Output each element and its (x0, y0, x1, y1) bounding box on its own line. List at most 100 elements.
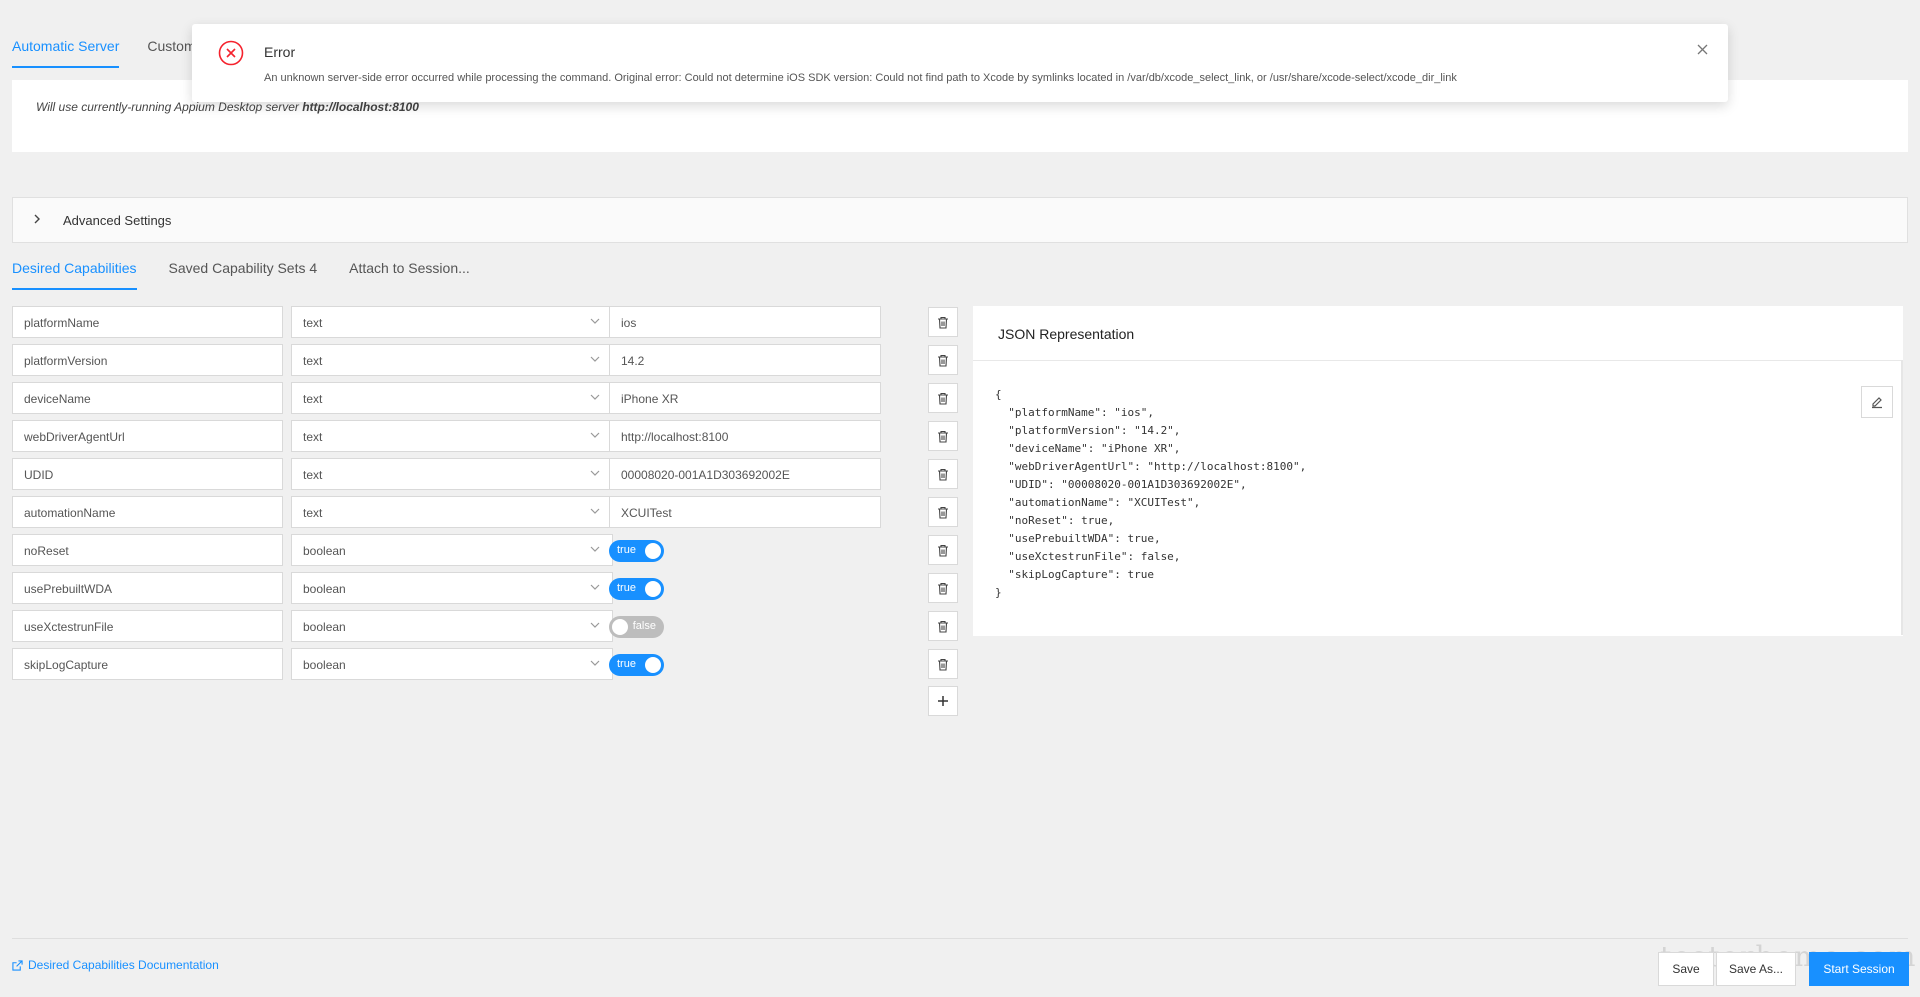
add-capability-button[interactable] (928, 686, 958, 716)
capability-row: deviceName text iPhone XR (12, 382, 962, 420)
trash-icon (937, 354, 949, 367)
save-button[interactable]: Save (1658, 952, 1714, 986)
capability-type-label: text (303, 354, 323, 368)
capability-name-input[interactable]: webDriverAgentUrl (12, 420, 283, 452)
error-notification: Error An unknown server-side error occur… (192, 24, 1728, 102)
trash-icon (937, 620, 949, 633)
chevron-down-icon (588, 314, 602, 328)
chevron-down-icon (588, 580, 602, 594)
capability-value-toggle[interactable]: true (609, 654, 664, 676)
advanced-settings-panel[interactable]: Advanced Settings (12, 197, 1908, 243)
capability-list: platformName text ios platformVersion te… (12, 306, 962, 686)
chevron-down-icon (588, 466, 602, 480)
capability-row: useXctestrunFile boolean false (12, 610, 962, 648)
capability-type-select[interactable]: text (291, 496, 613, 528)
capability-name-input[interactable]: UDID (12, 458, 283, 490)
capability-value-input[interactable]: 00008020-001A1D303692002E (609, 458, 881, 490)
capability-type-select[interactable]: boolean (291, 648, 613, 680)
capability-type-label: boolean (303, 544, 346, 558)
capability-value-input[interactable]: 14.2 (609, 344, 881, 376)
capability-row: platformVersion text 14.2 (12, 344, 962, 382)
tab-desired-capabilities[interactable]: Desired Capabilities (12, 256, 137, 290)
delete-capability-button[interactable] (928, 345, 958, 375)
trash-icon (937, 658, 949, 671)
json-text: { "platformName": "ios", "platformVersio… (995, 388, 1307, 599)
capability-name-input[interactable]: platformVersion (12, 344, 283, 376)
tab-automatic-server[interactable]: Automatic Server (12, 30, 120, 68)
capability-type-select[interactable]: text (291, 306, 613, 338)
capability-value-input[interactable]: ios (609, 306, 881, 338)
tab-custom-server[interactable]: Custom (147, 30, 195, 68)
chevron-right-icon (31, 212, 51, 228)
toggle-label: true (617, 658, 636, 670)
capability-value-toggle[interactable]: false (609, 616, 664, 638)
delete-capability-button[interactable] (928, 421, 958, 451)
error-icon (218, 40, 244, 66)
capability-tabs: Desired Capabilities Saved Capability Se… (12, 256, 470, 290)
capability-type-select[interactable]: text (291, 344, 613, 376)
delete-capability-button[interactable] (928, 535, 958, 565)
capability-name-input[interactable]: noReset (12, 534, 283, 566)
json-panel-title: JSON Representation (973, 306, 1903, 361)
capability-name-input[interactable]: usePrebuiltWDA (12, 572, 283, 604)
capability-value-input[interactable]: XCUITest (609, 496, 881, 528)
start-session-button[interactable]: Start Session (1809, 952, 1909, 986)
capability-name-input[interactable]: useXctestrunFile (12, 610, 283, 642)
capability-name-input[interactable]: skipLogCapture (12, 648, 283, 680)
capability-type-label: text (303, 430, 323, 444)
capability-type-select[interactable]: text (291, 420, 613, 452)
toggle-knob (612, 619, 628, 635)
chevron-down-icon (588, 504, 602, 518)
capability-type-select[interactable]: boolean (291, 572, 613, 604)
delete-capability-button[interactable] (928, 307, 958, 337)
chevron-down-icon (588, 542, 602, 556)
toggle-knob (645, 581, 661, 597)
capability-type-select[interactable]: text (291, 458, 613, 490)
trash-icon (937, 430, 949, 443)
chevron-down-icon (588, 390, 602, 404)
footer-divider (12, 938, 1908, 939)
capability-type-label: boolean (303, 620, 346, 634)
trash-icon (937, 544, 949, 557)
chevron-down-icon (588, 618, 602, 632)
json-scrollbar[interactable] (1901, 360, 1903, 635)
trash-icon (937, 392, 949, 405)
capability-value-input[interactable]: http://localhost:8100 (609, 420, 881, 452)
delete-capability-button[interactable] (928, 649, 958, 679)
capability-name-input[interactable]: automationName (12, 496, 283, 528)
capability-row: automationName text XCUITest (12, 496, 962, 534)
capability-type-label: text (303, 506, 323, 520)
capability-type-label: text (303, 468, 323, 482)
plus-icon (938, 696, 948, 706)
delete-capability-button[interactable] (928, 573, 958, 603)
close-icon[interactable] (1697, 42, 1708, 59)
docs-link[interactable]: Desired Capabilities Documentation (12, 958, 219, 972)
delete-capability-button[interactable] (928, 459, 958, 489)
capability-name-input[interactable]: platformName (12, 306, 283, 338)
capability-type-select[interactable]: boolean (291, 534, 613, 566)
capability-value-toggle[interactable]: true (609, 578, 664, 600)
save-as-button[interactable]: Save As... (1716, 952, 1796, 986)
capability-type-select[interactable]: boolean (291, 610, 613, 642)
tab-saved-capability-sets[interactable]: Saved Capability Sets 4 (169, 256, 318, 290)
capability-row: platformName text ios (12, 306, 962, 344)
toggle-label: true (617, 544, 636, 556)
delete-capability-button[interactable] (928, 611, 958, 641)
capability-name-input[interactable]: deviceName (12, 382, 283, 414)
capability-value-input[interactable]: iPhone XR (609, 382, 881, 414)
capability-value-toggle[interactable]: true (609, 540, 664, 562)
capability-row: noReset boolean true (12, 534, 962, 572)
tab-attach-to-session[interactable]: Attach to Session... (349, 256, 470, 290)
json-representation-panel: JSON Representation { "platformName": "i… (973, 306, 1903, 636)
delete-capability-button[interactable] (928, 383, 958, 413)
toggle-label: true (617, 582, 636, 594)
trash-icon (937, 582, 949, 595)
chevron-down-icon (588, 352, 602, 366)
capability-row: usePrebuiltWDA boolean true (12, 572, 962, 610)
capability-type-select[interactable]: text (291, 382, 613, 414)
link-icon (12, 959, 23, 971)
delete-capability-button[interactable] (928, 497, 958, 527)
edit-json-button[interactable] (1861, 386, 1893, 418)
toggle-knob (645, 543, 661, 559)
server-info: Will use currently-running Appium Deskto… (36, 100, 419, 114)
